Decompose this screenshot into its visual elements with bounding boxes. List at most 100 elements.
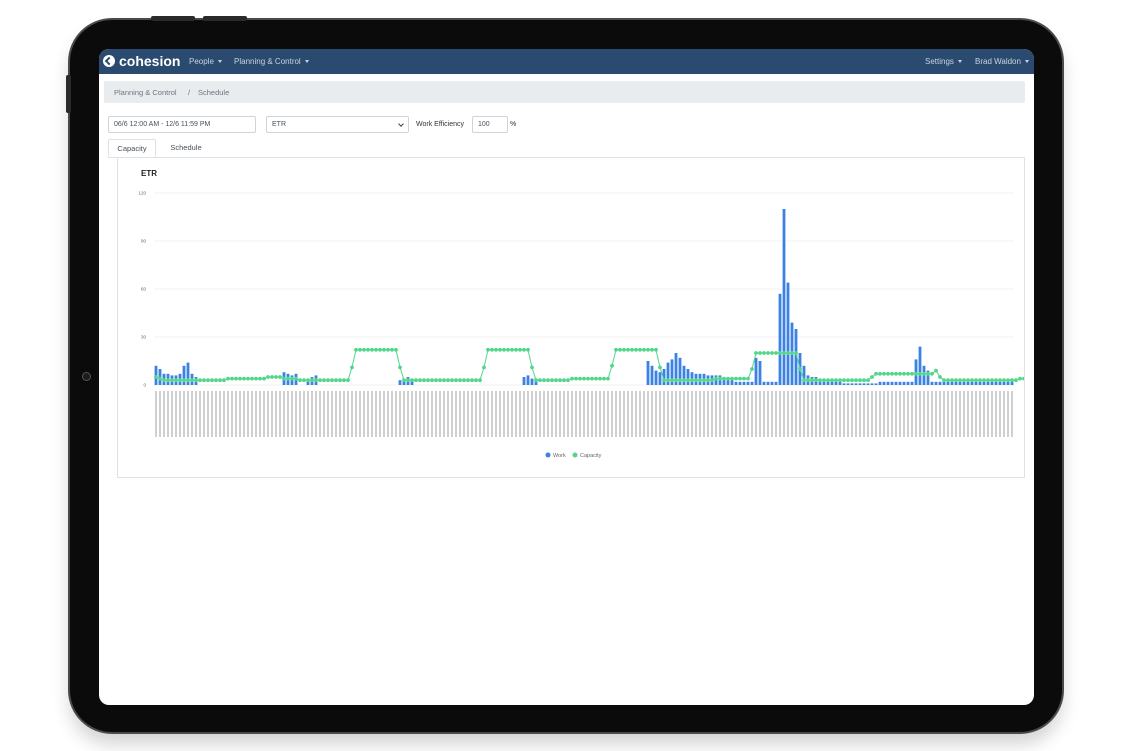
resource-select[interactable]: ETR bbox=[266, 116, 409, 133]
work-bar bbox=[842, 383, 846, 385]
x-tick-label bbox=[971, 391, 973, 437]
nav-settings-menu[interactable]: Settings bbox=[925, 57, 962, 66]
tab-capacity[interactable]: Capacity bbox=[108, 139, 156, 157]
capacity-point bbox=[330, 378, 334, 383]
x-tick-label bbox=[155, 391, 157, 437]
capacity-point bbox=[998, 378, 1002, 383]
capacity-point bbox=[278, 375, 282, 379]
capacity-point bbox=[634, 347, 638, 352]
x-tick-label bbox=[679, 391, 681, 437]
x-tick-label bbox=[291, 391, 293, 437]
x-tick-label bbox=[303, 391, 305, 437]
x-tick-label bbox=[447, 391, 449, 437]
capacity-point bbox=[450, 378, 454, 383]
capacity-point bbox=[538, 378, 542, 383]
x-tick-label bbox=[739, 391, 741, 437]
nav-people-menu[interactable]: People bbox=[189, 57, 222, 66]
work-bar bbox=[658, 372, 662, 385]
x-tick-label bbox=[235, 391, 237, 437]
brand-name[interactable]: cohesion bbox=[119, 53, 180, 69]
capacity-point bbox=[318, 378, 322, 383]
x-tick-label bbox=[747, 391, 749, 437]
x-tick-label bbox=[403, 391, 405, 437]
capacity-point bbox=[802, 378, 806, 383]
date-range-input[interactable]: 06/6 12:00 AM - 12/6 11:59 PM bbox=[108, 116, 256, 133]
capacity-point bbox=[226, 376, 230, 381]
work-bar bbox=[930, 381, 934, 385]
capacity-point bbox=[242, 376, 246, 381]
breadcrumb-parent-link[interactable]: Planning & Control bbox=[114, 88, 177, 97]
capacity-point bbox=[806, 378, 810, 383]
capacity-point bbox=[282, 376, 286, 381]
x-tick-label bbox=[651, 391, 653, 437]
capacity-point bbox=[1022, 376, 1024, 381]
work-efficiency-input[interactable]: 100 bbox=[472, 116, 508, 133]
nav-user-menu[interactable]: Brad Waldon bbox=[975, 57, 1029, 66]
x-tick-label bbox=[719, 391, 721, 437]
capacity-point bbox=[422, 378, 426, 383]
cohesion-logo-icon[interactable] bbox=[103, 55, 115, 67]
capacity-point bbox=[610, 363, 614, 368]
work-bar bbox=[878, 381, 882, 385]
x-tick-label bbox=[603, 391, 605, 437]
x-tick-label bbox=[887, 391, 889, 437]
capacity-point bbox=[650, 347, 654, 352]
breadcrumb-current: Schedule bbox=[198, 88, 230, 97]
capacity-point bbox=[894, 371, 898, 376]
capacity-point bbox=[682, 378, 686, 383]
x-tick-label bbox=[279, 391, 281, 437]
capacity-point bbox=[222, 378, 226, 383]
capacity-point bbox=[630, 347, 634, 352]
nav-planning-menu[interactable]: Planning & Control bbox=[234, 57, 309, 66]
capacity-point bbox=[366, 347, 370, 352]
x-tick-label bbox=[319, 391, 321, 437]
x-tick-label bbox=[699, 391, 701, 437]
work-bar bbox=[934, 381, 938, 385]
work-bar bbox=[1002, 381, 1006, 385]
capacity-point bbox=[306, 378, 310, 383]
capacity-point bbox=[334, 378, 338, 383]
capacity-point bbox=[738, 376, 742, 381]
work-bar bbox=[758, 361, 762, 385]
x-tick-label bbox=[399, 391, 401, 437]
capacity-point bbox=[914, 371, 918, 376]
capacity-point bbox=[758, 351, 762, 355]
x-tick-label bbox=[911, 391, 913, 437]
capacity-point bbox=[294, 376, 298, 381]
x-tick-label bbox=[515, 391, 517, 437]
work-bar bbox=[958, 381, 962, 385]
work-bar bbox=[902, 381, 906, 385]
x-tick-label bbox=[859, 391, 861, 437]
capacity-point bbox=[478, 378, 482, 383]
capacity-point bbox=[722, 376, 726, 381]
capacity-point bbox=[194, 378, 198, 383]
x-tick-label bbox=[783, 391, 785, 437]
work-bar bbox=[1006, 381, 1010, 385]
capacity-point bbox=[502, 347, 506, 352]
work-bar bbox=[654, 370, 658, 385]
x-tick-label bbox=[199, 391, 201, 437]
x-tick-label bbox=[571, 391, 573, 437]
capacity-point bbox=[462, 378, 466, 383]
tab-schedule[interactable]: Schedule bbox=[161, 139, 211, 157]
capacity-point bbox=[594, 376, 598, 381]
x-tick-label bbox=[559, 391, 561, 437]
capacity-point bbox=[254, 376, 258, 381]
x-tick-label bbox=[735, 391, 737, 437]
x-tick-label bbox=[643, 391, 645, 437]
capacity-point bbox=[866, 378, 870, 383]
x-tick-label bbox=[227, 391, 229, 437]
work-bar bbox=[766, 381, 770, 385]
capacity-point bbox=[1002, 378, 1006, 383]
capacity-point bbox=[402, 378, 406, 383]
x-tick-label bbox=[347, 391, 349, 437]
capacity-point bbox=[446, 378, 450, 383]
capacity-point bbox=[270, 375, 274, 379]
x-tick-label bbox=[903, 391, 905, 437]
capacity-point bbox=[178, 378, 182, 383]
x-tick-label bbox=[543, 391, 545, 437]
capacity-point bbox=[574, 376, 578, 381]
capacity-point bbox=[622, 347, 626, 352]
x-tick-label bbox=[867, 391, 869, 437]
capacity-point bbox=[302, 378, 306, 383]
